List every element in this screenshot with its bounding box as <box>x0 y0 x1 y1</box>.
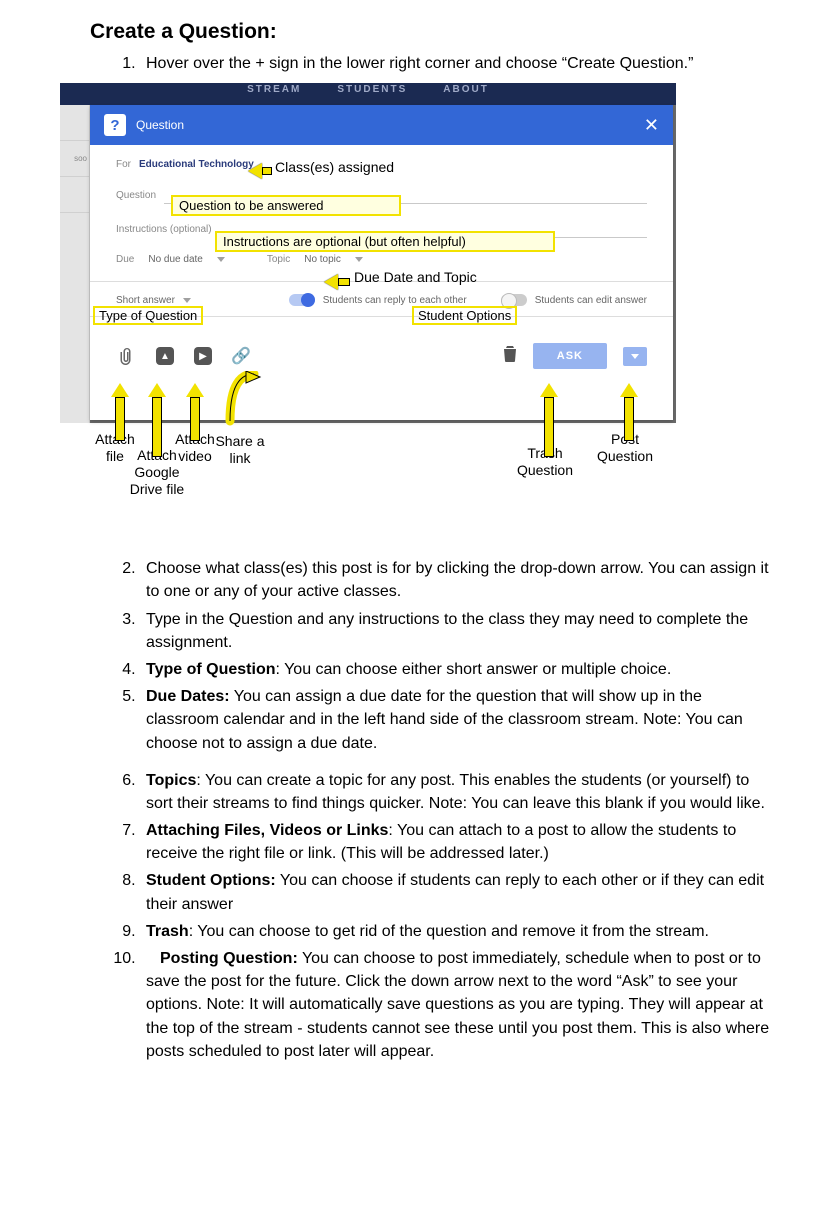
topic-dropdown-icon[interactable] <box>355 257 363 262</box>
arrow-due-topic <box>324 274 350 290</box>
steps-list: Hover over the + sign in the lower right… <box>90 52 776 75</box>
arrow-post <box>620 383 638 441</box>
arrow-classes <box>248 163 272 179</box>
step-9: Trash: You can choose to get rid of the … <box>140 920 776 943</box>
anno-classes: Class(es) assigned <box>275 159 394 175</box>
step-4: Type of Question: You can choose either … <box>140 658 776 681</box>
left-sidebar: soo <box>60 105 90 423</box>
figure: STREAM STUDENTS ABOUT soo ? Question ✕ F… <box>60 83 680 543</box>
card-header-label: Question <box>136 118 184 132</box>
question-card: ? Question ✕ For Educational Technology … <box>90 105 673 420</box>
due-label: Due <box>116 254 134 265</box>
step-3: Type in the Question and any instruction… <box>140 608 776 654</box>
toggle-reply[interactable] <box>289 294 315 306</box>
attach-video-icon[interactable]: ▶ <box>192 345 214 367</box>
arrow-attach-file <box>111 383 129 441</box>
for-label: For <box>116 159 131 170</box>
toggle-edit[interactable] <box>501 294 527 306</box>
arrow-trash <box>540 383 558 457</box>
step-2: Choose what class(es) this post is for b… <box>140 557 776 603</box>
app-frame: STREAM STUDENTS ABOUT soo ? Question ✕ F… <box>60 83 676 423</box>
lbl-share-link: Share a link <box>210 433 270 467</box>
anno-student-options: Student Options <box>412 306 517 325</box>
arrow-attach-video <box>186 383 204 441</box>
topic-label: Topic <box>267 254 290 265</box>
top-nav: STREAM STUDENTS ABOUT <box>60 83 676 105</box>
instructions-field-label: Instructions (optional) <box>116 224 212 235</box>
close-icon[interactable]: ✕ <box>644 115 659 136</box>
ask-dropdown-icon[interactable] <box>623 347 647 366</box>
nav-stream[interactable]: STREAM <box>247 84 301 95</box>
question-field-label: Question <box>116 190 156 201</box>
class-chip[interactable]: Educational Technology <box>139 159 254 170</box>
anno-type-of-question: Type of Question <box>93 306 203 325</box>
edit-toggle-label: Students can edit answer <box>535 295 647 306</box>
arrow-share-link-curve <box>224 371 264 431</box>
card-header: ? Question ✕ <box>90 105 673 145</box>
step-8: Student Options: You can choose if stude… <box>140 869 776 915</box>
question-mark-icon: ? <box>104 114 126 136</box>
nav-students[interactable]: STUDENTS <box>337 84 407 95</box>
due-dropdown-icon[interactable] <box>217 257 225 262</box>
anno-instructions-box: Instructions are optional (but often hel… <box>215 231 555 252</box>
attach-drive-icon[interactable]: ▲ <box>154 345 176 367</box>
due-value[interactable]: No due date <box>148 254 203 265</box>
reply-toggle-label: Students can reply to each other <box>323 295 467 306</box>
step-1: Hover over the + sign in the lower right… <box>140 52 776 75</box>
step-7: Attaching Files, Videos or Links: You ca… <box>140 819 776 865</box>
anno-question-box: Question to be answered <box>171 195 401 216</box>
topic-value[interactable]: No topic <box>304 254 341 265</box>
nav-about[interactable]: ABOUT <box>443 84 489 95</box>
attach-file-icon[interactable] <box>116 345 138 367</box>
anno-due-topic: Due Date and Topic <box>354 269 477 285</box>
attach-link-icon[interactable]: 🔗 <box>230 345 252 367</box>
steps-list-2: Choose what class(es) this post is for b… <box>90 557 776 1063</box>
arrow-attach-drive <box>148 383 166 457</box>
step-5: Due Dates: You can assign a due date for… <box>140 685 776 755</box>
step-6: Topics: You can create a topic for any p… <box>140 769 776 815</box>
trash-icon[interactable] <box>503 346 517 366</box>
qtype-dropdown-icon[interactable] <box>183 298 191 303</box>
ask-button[interactable]: ASK <box>533 343 607 369</box>
question-type-select[interactable]: Short answer <box>116 295 175 306</box>
page-title: Create a Question: <box>90 20 776 44</box>
step-10: Posting Question: You can choose to post… <box>140 947 776 1063</box>
